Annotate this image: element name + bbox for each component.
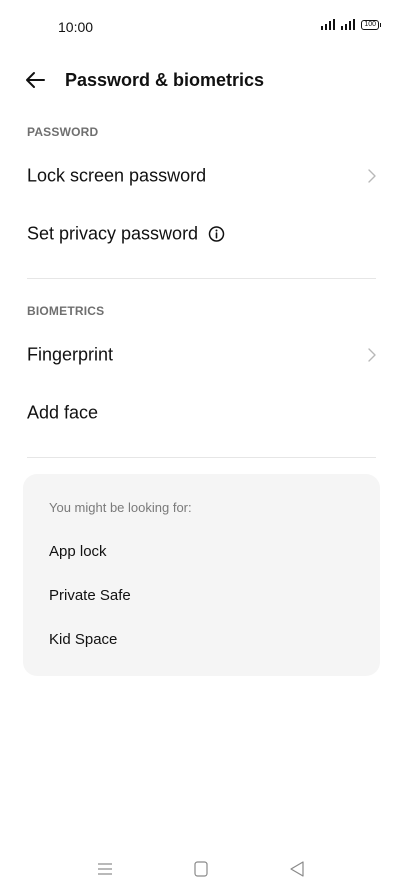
set-privacy-password-label: Set privacy password bbox=[27, 223, 199, 244]
status-time: 10:00 bbox=[58, 19, 94, 35]
status-icons: 100 bbox=[321, 19, 381, 30]
info-icon[interactable] bbox=[208, 226, 225, 243]
row-label: Set privacy password bbox=[27, 224, 225, 245]
back-button[interactable] bbox=[22, 66, 50, 94]
back-triangle-icon bbox=[290, 861, 304, 877]
divider bbox=[27, 278, 376, 279]
app-bar: Password & biometrics bbox=[0, 58, 403, 102]
page-title: Password & biometrics bbox=[65, 70, 265, 90]
lock-screen-password-label: Lock screen password bbox=[27, 165, 207, 186]
signal-icon bbox=[341, 19, 356, 30]
row-label: Add face bbox=[27, 403, 98, 424]
suggestion-app-lock[interactable]: App lock bbox=[49, 543, 107, 560]
signal-icon bbox=[321, 19, 336, 30]
status-bar: 10:00 100 bbox=[0, 0, 403, 50]
add-face-label: Add face bbox=[27, 402, 99, 423]
chevron-right-icon bbox=[368, 169, 376, 183]
fingerprint-label: Fingerprint bbox=[27, 344, 114, 365]
home-square-icon bbox=[194, 861, 208, 877]
fingerprint-row[interactable]: Fingerprint bbox=[0, 326, 403, 384]
row-label: Fingerprint bbox=[27, 345, 113, 366]
section-header-biometrics: BIOMETRICS bbox=[27, 304, 105, 318]
row-label: Lock screen password bbox=[27, 166, 206, 187]
lock-screen-password-row[interactable]: Lock screen password bbox=[0, 147, 403, 205]
chevron-right-icon bbox=[368, 348, 376, 362]
menu-icon bbox=[98, 863, 112, 875]
suggestion-kid-space[interactable]: Kid Space bbox=[49, 631, 117, 648]
suggestion-private-safe[interactable]: Private Safe bbox=[49, 587, 131, 604]
arrow-left-icon bbox=[26, 72, 45, 88]
suggestions-card: You might be looking for: App lock Priva… bbox=[23, 474, 380, 676]
section-header-password: PASSWORD bbox=[27, 125, 99, 139]
battery-icon: 100 bbox=[361, 19, 381, 30]
navigation-bar bbox=[0, 848, 403, 896]
add-face-row[interactable]: Add face bbox=[0, 384, 403, 442]
home-button[interactable] bbox=[190, 858, 212, 880]
recents-button[interactable] bbox=[94, 858, 116, 880]
divider bbox=[27, 457, 376, 458]
system-back-button[interactable] bbox=[286, 858, 308, 880]
suggestions-title: You might be looking for: bbox=[49, 500, 192, 515]
set-privacy-password-row[interactable]: Set privacy password bbox=[0, 205, 403, 263]
